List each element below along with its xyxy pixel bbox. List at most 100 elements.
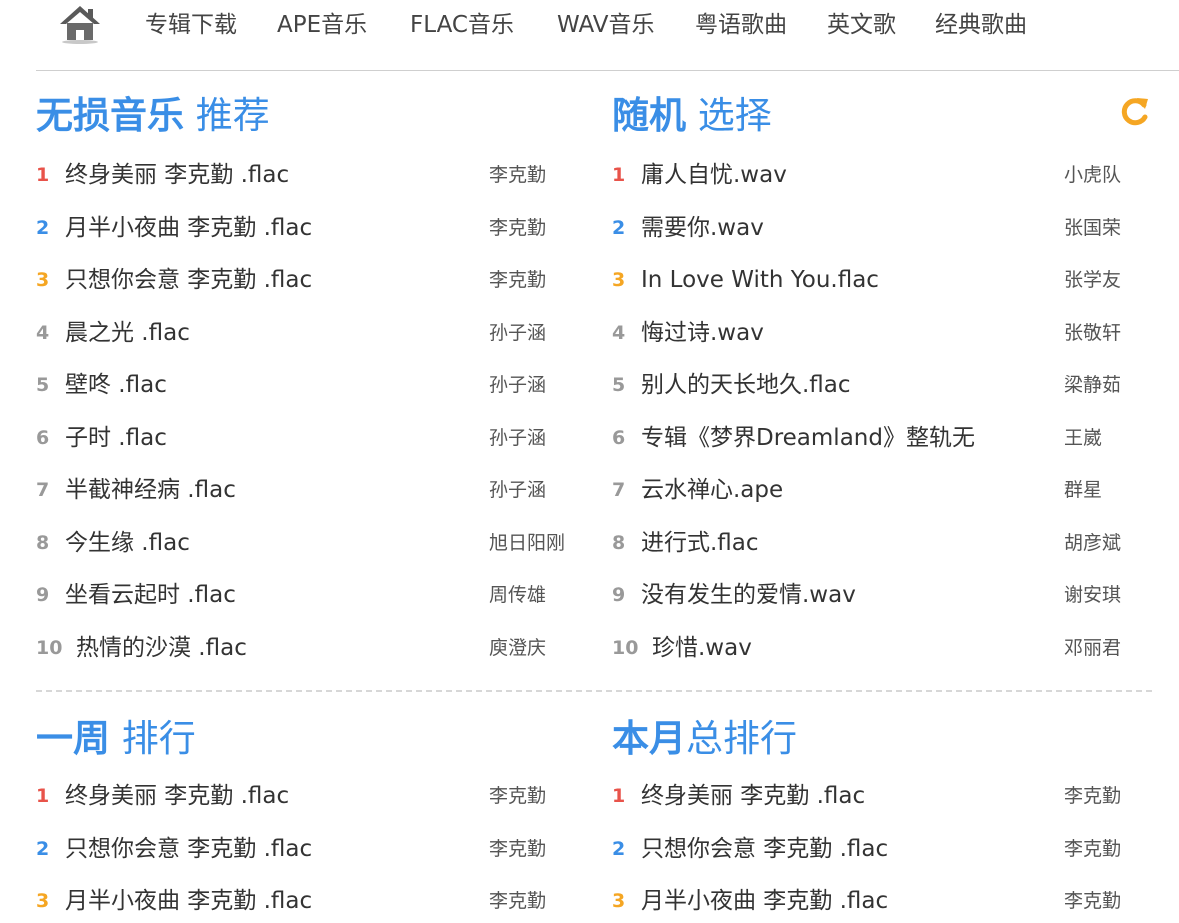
artist-link[interactable]: 孙子涵 [489,365,546,405]
artist-link[interactable]: 孙子涵 [489,418,546,458]
artist-link[interactable]: 李克勤 [1064,881,1121,921]
nav-item-cantonese-songs[interactable]: 粤语歌曲 [695,10,787,40]
song-title-link[interactable]: 云水禅心.ape [641,470,783,510]
song-title-link[interactable]: 悔过诗.wav [641,313,764,353]
song-title-link[interactable]: 今生缘 .flac [65,523,190,563]
song-title-link[interactable]: 月半小夜曲 李克勤 .flac [65,881,312,921]
nav-item-ape-music[interactable]: APE音乐 [277,10,367,40]
top-nav: 专辑下载 APE音乐 FLAC音乐 WAV音乐 粤语歌曲 英文歌 经典歌曲 [0,0,1179,52]
rank-number: 3 [36,890,50,912]
song-title-link[interactable]: 珍惜.wav [652,628,752,668]
artist-link[interactable]: 张国荣 [1064,208,1121,248]
song-title-link[interactable]: 别人的天长地久.flac [641,365,851,405]
section-title-strong: 随机 [612,94,686,137]
rank-number: 3 [612,269,626,291]
artist-link[interactable]: 庾澄庆 [489,628,546,668]
nav-item-flac-music[interactable]: FLAC音乐 [410,10,514,40]
list-item: 4 晨之光 .flac 孙子涵 [36,313,596,353]
list-item: 6 子时 .flac 孙子涵 [36,418,596,458]
nav-item-english-songs[interactable]: 英文歌 [827,10,896,40]
artist-link[interactable]: 李克勤 [489,208,546,248]
artist-link[interactable]: 孙子涵 [489,313,546,353]
song-title-link[interactable]: 月半小夜曲 李克勤 .flac [641,881,888,921]
artist-link[interactable]: 谢安琪 [1064,575,1121,615]
section-title-light: 排行 [121,717,196,760]
section-title-random: 随机 选择 [612,93,772,139]
artist-link[interactable]: 小虎队 [1064,155,1121,195]
artist-link[interactable]: 孙子涵 [489,470,546,510]
list-item: 1 终身美丽 李克勤 .flac 李克勤 [36,776,596,816]
artist-link[interactable]: 张敬轩 [1064,313,1121,353]
list-item: 5 壁咚 .flac 孙子涵 [36,365,596,405]
list-item: 1 终身美丽 李克勤 .flac 李克勤 [36,155,596,195]
artist-link[interactable]: 李克勤 [489,881,546,921]
nav-item-album-download[interactable]: 专辑下载 [145,10,237,40]
rank-number: 4 [612,321,626,344]
song-title-link[interactable]: 热情的沙漠 .flac [76,628,247,668]
artist-link[interactable]: 李克勤 [489,776,546,816]
artist-link[interactable]: 李克勤 [1064,776,1121,816]
artist-link[interactable]: 李克勤 [489,155,546,195]
list-item: 8 进行式.flac 胡彦斌 [612,523,1172,563]
artist-link[interactable]: 旭日阳刚 [489,523,565,563]
artist-link[interactable]: 周传雄 [489,575,546,615]
section-title-month: 本月总排行 [612,716,797,762]
list-item: 1 终身美丽 李克勤 .flac 李克勤 [612,776,1172,816]
song-title-link[interactable]: 半截神经病 .flac [65,470,236,510]
song-title-link[interactable]: 坐看云起时 .flac [65,575,236,615]
song-title-link[interactable]: 子时 .flac [65,418,167,458]
list-item: 3 In Love With You.flac 张学友 [612,260,1172,300]
song-title-link[interactable]: 没有发生的爱情.wav [641,575,856,615]
rank-number: 8 [36,531,50,554]
song-title-link[interactable]: 晨之光 .flac [65,313,190,353]
refresh-icon[interactable] [1117,95,1151,129]
rank-number: 2 [612,837,626,860]
list-item: 5 别人的天长地久.flac 梁静茹 [612,365,1172,405]
artist-link[interactable]: 李克勤 [1064,829,1121,869]
song-title-link[interactable]: 进行式.flac [641,523,759,563]
artist-link[interactable]: 张学友 [1064,260,1121,300]
rank-number: 10 [612,636,639,659]
song-title-link[interactable]: 只想你会意 李克勤 .flac [65,260,312,300]
song-title-link[interactable]: 终身美丽 李克勤 .flac [65,776,289,816]
artist-link[interactable]: 李克勤 [489,829,546,869]
artist-link[interactable]: 邓丽君 [1064,628,1121,668]
song-title-link[interactable]: 庸人自忧.wav [641,155,787,195]
artist-link[interactable]: 王崴 [1064,418,1102,458]
list-item: 3 月半小夜曲 李克勤 .flac 李克勤 [36,881,596,921]
nav-item-classic-songs[interactable]: 经典歌曲 [935,10,1027,40]
rank-number: 2 [612,216,626,239]
section-title-light: 选择 [697,94,772,137]
song-title-link[interactable]: 只想你会意 李克勤 .flac [65,829,312,869]
rank-number: 3 [36,269,50,291]
artist-link[interactable]: 群星 [1064,470,1102,510]
artist-link[interactable]: 李克勤 [489,260,546,300]
nav-divider [36,70,1179,71]
section-title-strong: 一周 [36,717,110,760]
song-title-link[interactable]: 终身美丽 李克勤 .flac [641,776,865,816]
artist-link[interactable]: 胡彦斌 [1064,523,1121,563]
rank-number: 10 [36,636,63,659]
section-title-light: 总排行 [686,717,797,760]
song-title-link[interactable]: 专辑《梦界Dreamland》整轨无 [641,418,975,458]
song-title-link[interactable]: 终身美丽 李克勤 .flac [65,155,289,195]
list-item: 2 需要你.wav 张国荣 [612,208,1172,248]
nav-item-wav-music[interactable]: WAV音乐 [557,10,654,40]
list-item: 2 只想你会意 李克勤 .flac 李克勤 [612,829,1172,869]
list-item: 7 云水禅心.ape 群星 [612,470,1172,510]
rank-number: 5 [612,374,626,396]
artist-link[interactable]: 梁静茹 [1064,365,1121,405]
home-icon[interactable] [58,4,102,44]
list-item: 9 坐看云起时 .flac 周传雄 [36,575,596,615]
list-item: 10 热情的沙漠 .flac 庾澄庆 [36,628,596,668]
rank-number: 7 [612,479,626,501]
rank-number: 4 [36,321,50,344]
song-title-link[interactable]: In Love With You.flac [641,260,879,300]
song-title-link[interactable]: 壁咚 .flac [65,365,167,405]
song-title-link[interactable]: 月半小夜曲 李克勤 .flac [65,208,312,248]
song-title-link[interactable]: 需要你.wav [641,208,764,248]
rank-number: 1 [612,785,626,807]
rank-number: 8 [612,531,626,554]
song-title-link[interactable]: 只想你会意 李克勤 .flac [641,829,888,869]
rank-number: 1 [612,164,626,186]
